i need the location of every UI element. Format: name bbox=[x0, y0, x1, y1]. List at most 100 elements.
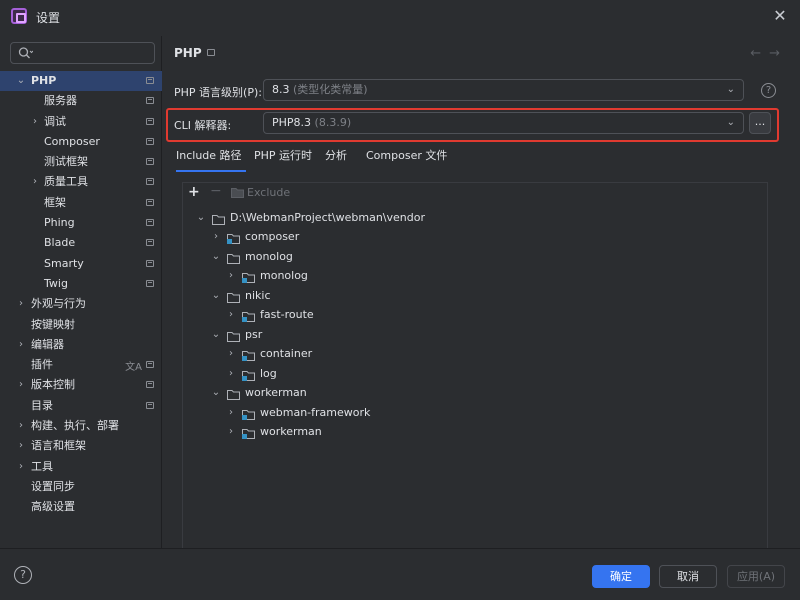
sidebar-item[interactable]: › 工具 bbox=[0, 457, 162, 477]
sidebar-item[interactable]: Composer bbox=[0, 132, 162, 152]
add-icon[interactable]: + bbox=[188, 184, 200, 200]
sidebar-item[interactable]: Smarty bbox=[0, 254, 162, 274]
chevron-right-icon[interactable]: › bbox=[16, 436, 26, 456]
chevron-down-icon[interactable]: ⌄ bbox=[211, 325, 221, 344]
forward-arrow-icon[interactable]: → bbox=[769, 46, 788, 61]
sidebar-item-label: PHP bbox=[31, 74, 57, 87]
tree-row[interactable]: ⌄ monolog bbox=[183, 247, 767, 266]
chevron-right-icon[interactable]: › bbox=[226, 403, 236, 422]
sidebar-item[interactable]: Twig bbox=[0, 274, 162, 294]
chevron-right-icon[interactable]: › bbox=[16, 416, 26, 436]
chevron-right-icon[interactable]: › bbox=[211, 227, 221, 246]
tree-row[interactable]: ⌄ D:\WebmanProject\webman\vendor bbox=[183, 208, 767, 227]
ok-button[interactable]: 确定 bbox=[592, 565, 650, 588]
language-level-select[interactable]: 8.3 (类型化类常量) ⌄ bbox=[263, 79, 744, 101]
chevron-right-icon[interactable]: › bbox=[30, 112, 40, 132]
chevron-right-icon[interactable]: › bbox=[16, 335, 26, 355]
sidebar-item[interactable]: 设置同步 bbox=[0, 477, 162, 497]
tab-1[interactable]: PHP 运行时 bbox=[254, 146, 312, 172]
sidebar-item[interactable]: › 版本控制 bbox=[0, 375, 162, 395]
exclude-button[interactable]: Exclude bbox=[247, 186, 290, 199]
chevron-right-icon[interactable]: › bbox=[226, 344, 236, 363]
sidebar-item-label: Phing bbox=[44, 216, 75, 230]
pin-icon bbox=[207, 49, 215, 56]
pin-icon bbox=[146, 117, 154, 125]
pin-icon bbox=[146, 178, 154, 186]
sidebar-item[interactable]: ⌄ PHP bbox=[0, 71, 162, 92]
folder-icon bbox=[231, 188, 244, 198]
back-arrow-icon[interactable]: ← bbox=[750, 46, 769, 61]
chevron-right-icon[interactable]: › bbox=[16, 294, 26, 314]
sidebar-item-label: Twig bbox=[44, 276, 68, 290]
chevron-right-icon[interactable]: › bbox=[16, 375, 26, 395]
sidebar-item-label: 编辑器 bbox=[31, 337, 64, 351]
tree-row[interactable]: ⌄ nikic bbox=[183, 286, 767, 305]
tree-row[interactable]: › log bbox=[183, 364, 767, 383]
browse-interpreters-button[interactable]: ... bbox=[749, 112, 771, 134]
sidebar-item[interactable]: 按键映射 bbox=[0, 315, 162, 335]
search-input[interactable] bbox=[10, 42, 155, 64]
chevron-right-icon[interactable]: › bbox=[30, 172, 40, 192]
sidebar-item[interactable]: 目录 bbox=[0, 396, 162, 416]
sidebar-item[interactable]: › 语言和框架 bbox=[0, 436, 162, 456]
sidebar-item[interactable]: Phing bbox=[0, 213, 162, 233]
tree-row-label: container bbox=[260, 347, 313, 361]
settings-tree: ⌄ PHP 服务器 › 调试 Composer 测试框架 › 质量工具 框架 Phing Blade S… bbox=[0, 71, 162, 518]
language-level-detail: (类型化类常量) bbox=[293, 83, 368, 96]
phpstorm-logo-icon bbox=[11, 8, 27, 24]
sidebar-item[interactable]: 服务器 bbox=[0, 91, 162, 111]
chevron-right-icon[interactable]: › bbox=[226, 305, 236, 324]
sidebar-item[interactable]: Blade bbox=[0, 233, 162, 253]
help-icon[interactable]: ? bbox=[14, 566, 32, 584]
chevron-down-icon: ⌄ bbox=[726, 84, 735, 95]
navigation-arrows[interactable]: ←→ bbox=[750, 46, 788, 61]
pin-icon bbox=[146, 219, 154, 227]
sidebar-item[interactable]: › 构建、执行、部署 bbox=[0, 416, 162, 436]
cancel-button[interactable]: 取消 bbox=[659, 565, 717, 588]
sidebar-item-label: 设置同步 bbox=[31, 479, 75, 493]
remove-icon[interactable]: − bbox=[210, 183, 222, 199]
chevron-right-icon[interactable]: › bbox=[226, 422, 236, 441]
tree-row[interactable]: › webman-framework bbox=[183, 403, 767, 422]
sidebar-item-label: 调试 bbox=[44, 114, 66, 128]
tree-row[interactable]: › monolog bbox=[183, 266, 767, 285]
page-title: PHP bbox=[174, 46, 202, 60]
sidebar-item-label: Blade bbox=[44, 236, 76, 250]
sidebar-item[interactable]: 插件 文A bbox=[0, 355, 162, 375]
tree-row[interactable]: › workerman bbox=[183, 422, 767, 441]
sidebar-item[interactable]: › 调试 bbox=[0, 112, 162, 132]
sidebar-item[interactable]: › 编辑器 bbox=[0, 335, 162, 355]
tab-3[interactable]: Composer 文件 bbox=[366, 146, 447, 172]
tree-row[interactable]: › container bbox=[183, 344, 767, 363]
sidebar-item-label: 语言和框架 bbox=[31, 439, 86, 453]
sidebar-item[interactable]: 高级设置 bbox=[0, 497, 162, 517]
title-bar: 设置 ✕ bbox=[0, 0, 800, 36]
tree-row-label: log bbox=[260, 366, 277, 380]
chevron-down-icon[interactable]: ⌄ bbox=[16, 71, 26, 91]
sidebar-item[interactable]: 框架 bbox=[0, 193, 162, 213]
sidebar-item[interactable]: 测试框架 bbox=[0, 152, 162, 172]
chevron-down-icon[interactable]: ⌄ bbox=[211, 286, 221, 305]
chevron-down-icon[interactable]: ⌄ bbox=[196, 208, 206, 227]
tree-row[interactable]: › composer bbox=[183, 227, 767, 246]
help-icon[interactable]: ? bbox=[761, 83, 776, 98]
chevron-right-icon[interactable]: › bbox=[16, 457, 26, 477]
sidebar-item-label: Composer bbox=[44, 134, 100, 148]
pin-icon bbox=[146, 158, 154, 166]
chevron-right-icon[interactable]: › bbox=[226, 364, 236, 383]
tab-2[interactable]: 分析 bbox=[325, 146, 347, 172]
chevron-right-icon[interactable]: › bbox=[226, 266, 236, 285]
sidebar-item[interactable]: › 质量工具 bbox=[0, 172, 162, 192]
pin-icon bbox=[146, 97, 154, 105]
cli-interpreter-select[interactable]: PHP8.3 (8.3.9) ⌄ bbox=[263, 112, 744, 134]
tree-row[interactable]: ⌄ workerman bbox=[183, 383, 767, 402]
chevron-down-icon[interactable]: ⌄ bbox=[211, 383, 221, 402]
tree-row[interactable]: ⌄ psr bbox=[183, 325, 767, 344]
tab-0[interactable]: Include 路径 bbox=[176, 146, 246, 172]
close-icon[interactable]: ✕ bbox=[772, 8, 788, 24]
pin-icon bbox=[146, 259, 154, 267]
apply-button[interactable]: 应用(A) bbox=[727, 565, 785, 588]
chevron-down-icon[interactable]: ⌄ bbox=[211, 247, 221, 266]
sidebar-item[interactable]: › 外观与行为 bbox=[0, 294, 162, 314]
tree-row[interactable]: › fast-route bbox=[183, 305, 767, 324]
